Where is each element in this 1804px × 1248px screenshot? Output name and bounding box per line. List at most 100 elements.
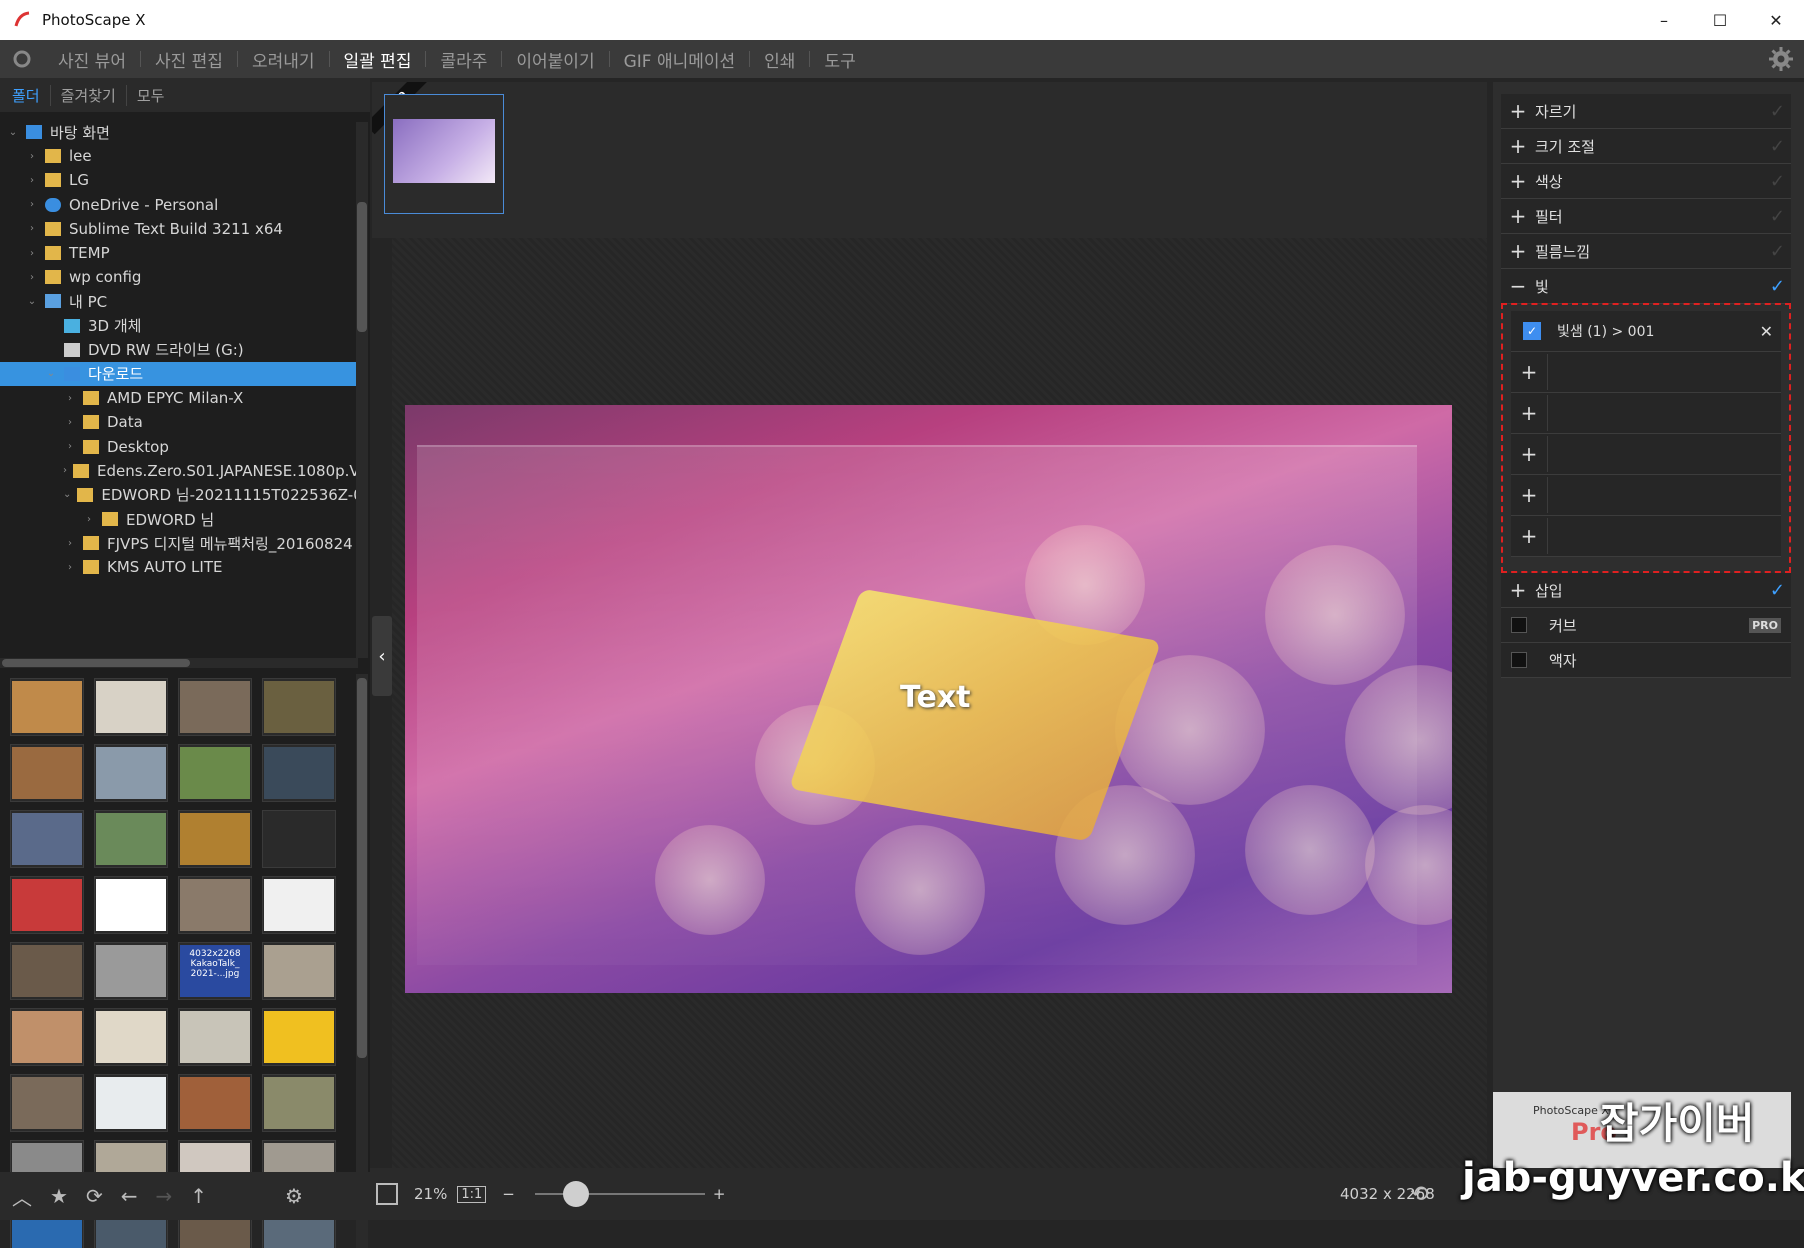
tree-expand-icon[interactable]: › [25,223,39,234]
thumbnail[interactable] [10,810,84,868]
tree-expand-icon[interactable]: › [63,417,77,428]
expand-plus-icon[interactable]: + [1501,204,1535,228]
empty-slot[interactable] [1547,518,1781,554]
thumbnail[interactable] [10,942,84,1000]
tree-item[interactable]: › EDWORD 님 [0,507,358,531]
thumbnail[interactable] [94,876,168,934]
add-plus-icon[interactable]: + [1511,360,1547,384]
chevron-up-icon[interactable]: ︿ [12,1182,32,1211]
tree-expand-icon[interactable]: › [63,562,77,573]
light-leak-checkbox[interactable]: ✓ [1523,322,1541,340]
thumbnail[interactable] [262,678,336,736]
effect-row[interactable]: + 색상 ✓ [1501,164,1791,199]
actual-size-button[interactable]: 1:1 [457,1185,487,1203]
tab-all[interactable]: 모두 [137,85,175,106]
menu-item-7[interactable]: 인쇄 [750,47,809,72]
tree-item[interactable]: DVD RW 드라이브 (G:) [0,338,358,362]
left-settings-gear-icon[interactable]: ⚙ [285,1184,303,1208]
tree-item[interactable]: ⌄ 내 PC [0,289,358,313]
add-light-row[interactable]: + [1511,393,1781,434]
tree-expand-icon[interactable]: › [82,514,96,525]
tree-expand-icon[interactable]: › [25,199,39,210]
empty-slot[interactable] [1547,436,1781,472]
effect-row[interactable]: − 빛 ✓ [1501,269,1791,304]
forward-arrow-icon[interactable]: → [155,1184,172,1208]
add-light-row[interactable]: + [1511,475,1781,516]
thumbnail[interactable] [262,942,336,1000]
expand-plus-icon[interactable]: + [1501,239,1535,263]
tree-expand-icon[interactable]: › [63,441,77,452]
tree-item[interactable]: ⌄ 다운로드 [0,361,358,387]
add-light-row[interactable]: + [1511,516,1781,557]
tree-item[interactable]: › OneDrive - Personal [0,193,358,217]
thumbnail[interactable] [94,744,168,802]
empty-slot[interactable] [1547,354,1781,390]
thumbnail[interactable] [262,1074,336,1132]
add-light-row[interactable]: + [1511,434,1781,475]
menu-item-4[interactable]: 콜라주 [426,47,501,72]
thumbnail[interactable] [94,1008,168,1066]
add-plus-icon[interactable]: + [1511,483,1547,507]
tree-expand-icon[interactable]: › [63,538,77,549]
tree-item[interactable]: › Edens.Zero.S01.JAPANESE.1080p.V [0,459,358,483]
tree-expand-icon[interactable]: › [63,393,77,404]
effect-row[interactable]: 커브 PRO [1501,608,1791,643]
tree-item[interactable]: › AMD EPYC Milan-X [0,386,358,410]
thumbnail[interactable] [178,678,252,736]
effect-row[interactable]: + 필름느낌 ✓ [1501,234,1791,269]
thumbnail[interactable] [262,1008,336,1066]
effect-check-icon[interactable]: ✓ [1770,136,1785,157]
thumbnail[interactable]: 4032x2268 KakaoTalk_ 2021-...jpg [178,942,252,1000]
thumbnail[interactable] [178,744,252,802]
collapse-left-panel-button[interactable]: ‹ [372,616,392,696]
expand-plus-icon[interactable]: + [1501,99,1535,123]
menu-item-1[interactable]: 사진 편집 [141,47,237,72]
compare-toggle-icon[interactable] [376,1183,398,1205]
thumbnail[interactable] [10,1074,84,1132]
empty-slot[interactable] [1547,477,1781,513]
tree-item[interactable]: › wp config [0,265,358,289]
thumbnail[interactable] [94,810,168,868]
thumbnail[interactable] [178,876,252,934]
tab-folder[interactable]: 폴더 [12,84,51,106]
thumbnail[interactable] [178,1074,252,1132]
effect-checkbox[interactable] [1511,652,1527,668]
light-leak-label[interactable]: 빛샘 (1) > 001 [1557,321,1760,341]
effect-check-icon[interactable]: ✓ [1770,206,1785,227]
close-button[interactable]: ✕ [1748,0,1804,40]
tree-item[interactable]: › Sublime Text Build 3211 x64 [0,217,358,241]
tree-item[interactable]: › KMS AUTO LITE [0,555,358,579]
expand-plus-icon[interactable]: + [1501,169,1535,193]
effect-row[interactable]: + 자르기 ✓ [1501,94,1791,129]
star-icon[interactable]: ★ [50,1184,68,1208]
collapse-minus-icon[interactable]: − [1501,274,1535,298]
effect-row[interactable]: + 필터 ✓ [1501,199,1791,234]
tab-favorites[interactable]: 즐겨찾기 [61,84,127,106]
add-plus-icon[interactable]: + [1511,442,1547,466]
settings-gear-icon[interactable] [1768,46,1794,76]
tree-expand-icon[interactable]: ⌄ [6,127,20,138]
edited-photo[interactable]: Text [405,405,1452,993]
tree-item[interactable]: › LG [0,168,358,192]
effect-check-icon[interactable]: ✓ [1770,171,1785,192]
thumbnail[interactable] [178,1008,252,1066]
minimize-button[interactable]: – [1636,0,1692,40]
maximize-button[interactable]: ☐ [1692,0,1748,40]
menu-item-8[interactable]: 도구 [810,47,869,72]
zoom-slider[interactable] [534,1181,705,1207]
thumbnail[interactable] [10,678,84,736]
thumbnail[interactable] [94,942,168,1000]
add-light-row[interactable]: + [1511,352,1781,393]
effect-check-icon[interactable]: ✓ [1770,101,1785,122]
thumbnail[interactable] [10,876,84,934]
thumbnail[interactable] [262,744,336,802]
remove-icon[interactable]: ✕ [1760,322,1773,341]
effect-check-icon[interactable]: ✓ [1770,241,1785,262]
expand-plus-icon[interactable]: + [1501,578,1535,602]
thumbnail[interactable] [262,810,336,868]
menu-item-5[interactable]: 이어붙이기 [502,47,608,72]
tree-horizontal-scrollbar[interactable] [0,658,358,668]
effect-row[interactable]: 액자 [1501,643,1791,678]
zoom-slider-knob[interactable] [562,1181,589,1207]
effect-row[interactable]: + 삽입 ✓ [1501,573,1791,608]
